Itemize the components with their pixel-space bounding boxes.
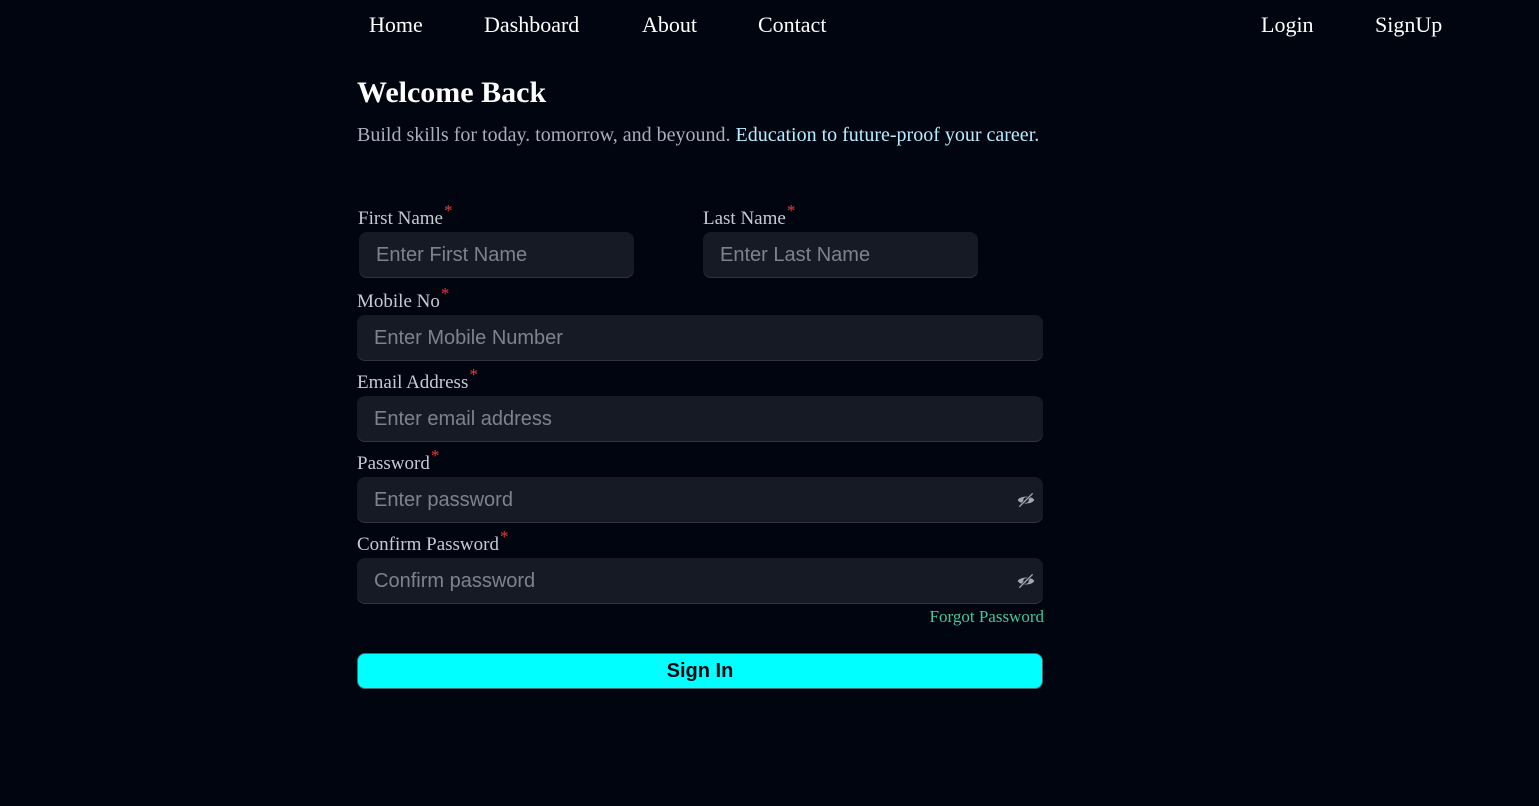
last-name-label: Last Name* (703, 201, 795, 230)
first-name-label-text: First Name (358, 208, 443, 229)
first-name-label: First Name* (358, 201, 452, 230)
email-input[interactable] (357, 396, 1043, 442)
mobile-field (357, 315, 1043, 361)
nav-link-home[interactable]: Home (369, 12, 423, 38)
first-name-field (359, 232, 634, 278)
top-navbar: Home Dashboard About Contact Login SignU… (0, 0, 1539, 52)
required-asterisk: * (469, 365, 478, 384)
forgot-password-link[interactable]: Forgot Password (930, 607, 1044, 627)
required-asterisk: * (499, 527, 509, 546)
password-label-text: Password (357, 453, 430, 474)
first-name-input[interactable] (359, 232, 634, 278)
password-field (357, 477, 1043, 523)
page-title: Welcome Back (357, 76, 547, 109)
subtitle-highlight: Education to future-proof your career. (735, 124, 1040, 146)
mobile-input[interactable] (357, 315, 1043, 361)
subtitle-text: Build skills for today. tomorrow, and be… (357, 124, 731, 146)
mobile-label: Mobile No* (357, 284, 449, 313)
nav-link-signup[interactable]: SignUp (1375, 12, 1442, 38)
eye-icon[interactable] (1016, 571, 1036, 591)
nav-link-login[interactable]: Login (1261, 12, 1314, 38)
last-name-input[interactable] (703, 232, 978, 278)
signup-form-section: Welcome Back Build skills for today. tom… (357, 74, 1044, 689)
required-asterisk: * (440, 284, 450, 303)
confirm-password-label: Confirm Password* (357, 527, 508, 556)
email-label: Email Address* (357, 365, 478, 394)
password-input[interactable] (357, 477, 1043, 523)
confirm-password-field (357, 558, 1043, 604)
last-name-label-text: Last Name (703, 208, 786, 229)
confirm-password-label-text: Confirm Password (357, 534, 499, 555)
nav-link-dashboard[interactable]: Dashboard (484, 12, 579, 38)
password-label: Password* (357, 446, 439, 475)
sign-in-button[interactable]: Sign In (357, 653, 1043, 689)
email-field (357, 396, 1043, 442)
required-asterisk: * (786, 201, 796, 220)
nav-link-about[interactable]: About (642, 12, 697, 38)
eye-icon[interactable] (1016, 490, 1036, 510)
last-name-field (703, 232, 978, 278)
confirm-password-input[interactable] (357, 558, 1043, 604)
nav-link-contact[interactable]: Contact (758, 12, 826, 38)
mobile-label-text: Mobile No (357, 291, 440, 312)
email-label-text: Email Address (357, 372, 469, 393)
required-asterisk: * (430, 446, 440, 465)
required-asterisk: * (443, 201, 453, 220)
page-subtitle: Build skills for today. tomorrow, and be… (357, 123, 1044, 148)
